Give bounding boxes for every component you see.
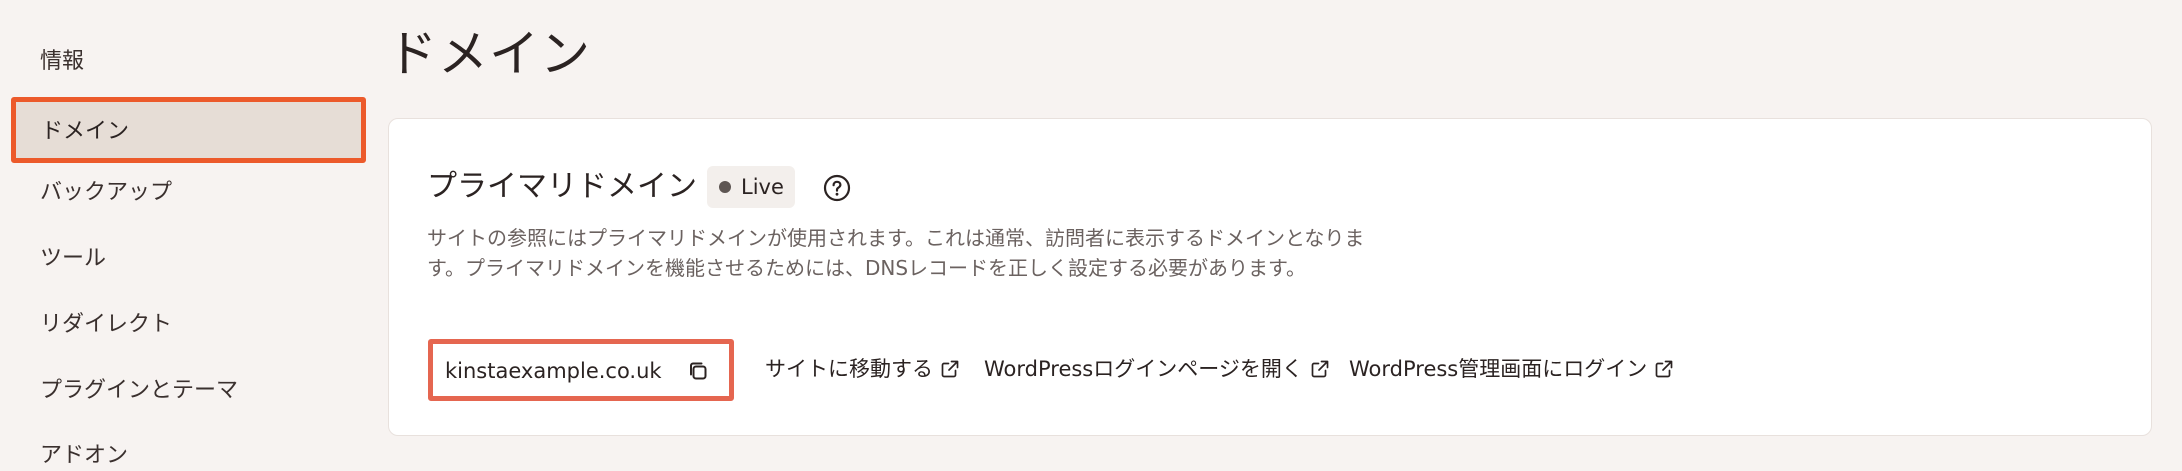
sidebar-item-label: ツール <box>40 246 107 271</box>
wp-admin-login-link[interactable]: WordPress管理画面にログイン <box>1349 355 1673 383</box>
sidebar-item-label: リダイレクト <box>40 312 173 337</box>
link-label: WordPressログインページを開く <box>984 357 1303 381</box>
status-dot-icon <box>719 181 731 193</box>
primary-domain-description: サイトの参照にはプライマリドメインが使用されます。これは通常、訪問者に表示するド… <box>427 226 1365 280</box>
sidebar-item-label: プラグインとテーマ <box>40 378 239 403</box>
sidebar-item-label: ドメイン <box>41 119 130 144</box>
external-link-icon <box>941 360 959 378</box>
wp-login-page-link[interactable]: WordPressログインページを開く <box>984 355 1329 383</box>
external-link-icon <box>1655 360 1673 378</box>
link-label: WordPress管理画面にログイン <box>1349 357 1648 381</box>
sidebar-item-tools[interactable]: ツール <box>40 244 106 274</box>
sidebar-item-domains[interactable]: ドメイン <box>11 97 366 163</box>
domain-value-box: kinstaexample.co.uk <box>428 339 734 401</box>
primary-domain-card: プライマリドメイン Live サイトの参照にはプライマリドメインが使用されます。… <box>388 118 2152 436</box>
sidebar-item-plugins-themes[interactable]: プラグインとテーマ <box>40 376 238 406</box>
external-link-icon <box>1311 360 1329 378</box>
page-title: ドメイン <box>387 25 591 83</box>
copy-icon[interactable] <box>686 359 710 383</box>
sidebar-item-label: 情報 <box>40 49 85 74</box>
sidebar-item-backups[interactable]: バックアップ <box>40 178 172 208</box>
domain-value: kinstaexample.co.uk <box>445 359 662 383</box>
sidebar-item-label: バックアップ <box>40 180 173 205</box>
sidebar: 情報 ドメイン バックアップ ツール リダイレクト プラグインとテーマ アドオン <box>0 0 380 468</box>
question-circle-icon[interactable] <box>823 174 851 202</box>
status-badge-label: Live <box>741 175 784 199</box>
sidebar-item-redirects[interactable]: リダイレクト <box>40 310 172 340</box>
visit-site-link[interactable]: サイトに移動する <box>765 355 959 383</box>
link-label: サイトに移動する <box>765 357 933 381</box>
status-badge: Live <box>707 166 795 208</box>
card-title: プライマリドメイン <box>427 169 697 204</box>
sidebar-item-info[interactable]: 情報 <box>40 47 84 77</box>
sidebar-item-addons[interactable]: アドオン <box>40 441 128 471</box>
